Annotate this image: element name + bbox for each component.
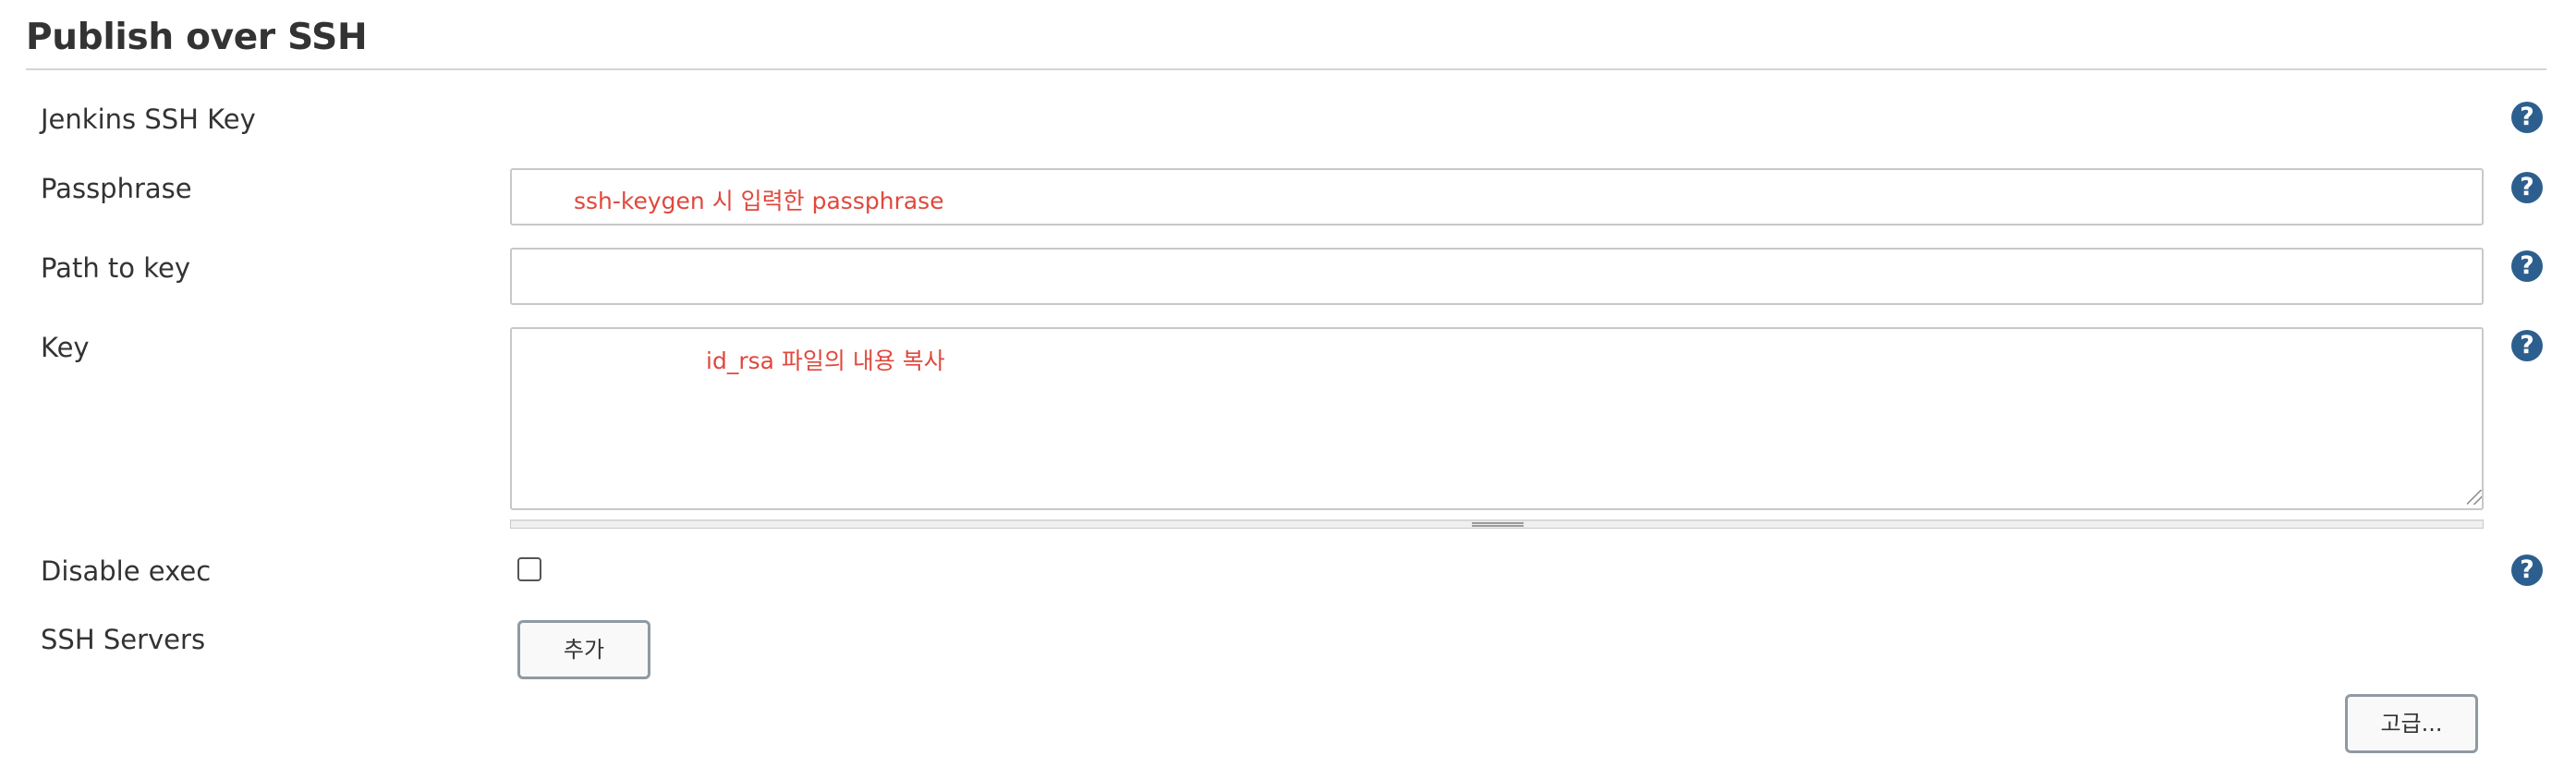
key-textarea[interactable] [510, 327, 2484, 510]
textarea-drag-bar[interactable] [510, 519, 2484, 529]
passphrase-help-icon[interactable]: ? [2511, 172, 2543, 203]
disable-exec-help-icon[interactable]: ? [2511, 555, 2543, 586]
disable-exec-label: Disable exec [41, 555, 212, 587]
add-ssh-server-button[interactable]: 추가 [517, 620, 650, 679]
path-to-key-label: Path to key [41, 252, 191, 284]
advanced-button[interactable]: 고급... [2345, 694, 2478, 753]
section-divider [26, 68, 2546, 70]
drag-handle-icon [1472, 522, 1524, 527]
resize-grip-icon[interactable] [2467, 490, 2482, 505]
passphrase-input[interactable] [510, 168, 2484, 225]
path-to-key-input[interactable] [510, 248, 2484, 305]
section-title: Publish over SSH [26, 17, 368, 58]
key-help-icon[interactable]: ? [2511, 330, 2543, 361]
ssh-servers-label: SSH Servers [41, 624, 206, 655]
key-label: Key [41, 332, 90, 363]
disable-exec-checkbox[interactable] [517, 557, 541, 581]
jenkins-ssh-key-help-icon[interactable]: ? [2511, 102, 2543, 133]
passphrase-label: Passphrase [41, 173, 192, 204]
jenkins-ssh-key-label: Jenkins SSH Key [41, 104, 256, 135]
path-to-key-help-icon[interactable]: ? [2511, 250, 2543, 282]
